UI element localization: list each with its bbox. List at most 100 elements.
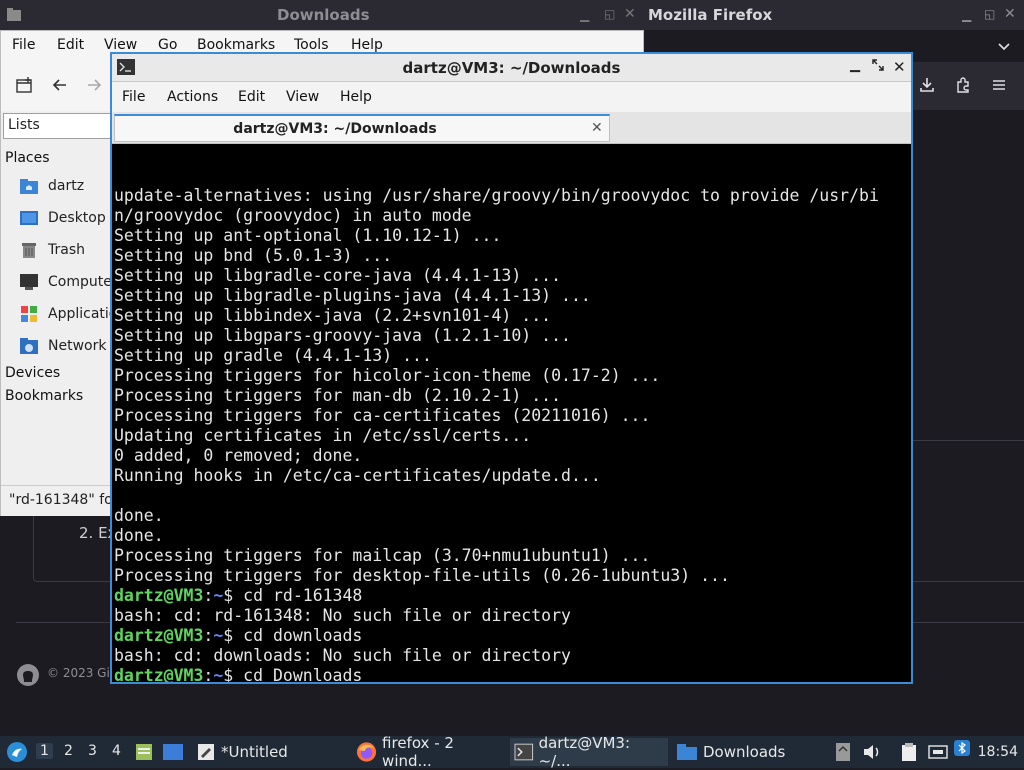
- app-menu-icon[interactable]: [990, 76, 1008, 94]
- folder-icon: [677, 744, 697, 760]
- terminal-output-line: Processing triggers for hicolor-icon-the…: [114, 366, 661, 385]
- prompt-command: cd downloads: [233, 626, 363, 645]
- prompt-path: ~: [213, 666, 224, 682]
- fm-minimize-icon[interactable]: ▁: [580, 8, 589, 22]
- workspace-4[interactable]: 4: [112, 743, 121, 759]
- terminal-output-line: Processing triggers for man-db (2.10.2-1…: [114, 386, 562, 405]
- firefox-icon: [356, 742, 377, 762]
- prompt-command: cd rd-161348: [233, 586, 363, 605]
- sidebar-item-label: dartz: [48, 178, 85, 194]
- terminal-output-line: Running hooks in /etc/ca-certificates/up…: [114, 466, 601, 485]
- fm-maximize-icon[interactable]: ◱: [604, 7, 615, 21]
- workspace-2[interactable]: 2: [64, 743, 73, 759]
- home-folder-icon: [19, 177, 39, 195]
- close-icon[interactable]: ✕: [893, 58, 906, 76]
- terminal-output-line: bash: cd: rd-161348: No such file or dir…: [114, 606, 571, 625]
- extensions-icon[interactable]: [954, 76, 972, 94]
- fm-close-icon[interactable]: ✕: [624, 6, 636, 22]
- fm-menu-help[interactable]: Help: [351, 37, 383, 53]
- task-untitled[interactable]: *Untitled: [192, 738, 342, 766]
- terminal-prompt-line: dartz@VM3:~$ cd downloads: [114, 626, 909, 646]
- volume-icon[interactable]: [862, 742, 882, 762]
- network-connection-icon[interactable]: [928, 742, 948, 762]
- fm-menu-edit[interactable]: Edit: [57, 37, 84, 53]
- terminal-output-line: Processing triggers for ca-certificates …: [114, 406, 651, 425]
- task-terminal[interactable]: dartz@VM3: ~/...: [510, 734, 668, 770]
- terminal-output[interactable]: update-alternatives: using /usr/share/gr…: [114, 146, 909, 682]
- clock: 18:54: [977, 744, 1018, 760]
- update-notifier-icon[interactable]: [834, 742, 852, 762]
- terminal-output-line: 0 added, 0 removed; done.: [114, 446, 363, 465]
- terminal-prompt-line: dartz@VM3:~$ cd Downloads: [114, 666, 909, 682]
- fm-menu-view[interactable]: View: [104, 37, 137, 53]
- devices-heading: Devices: [5, 365, 61, 381]
- fm-menu-tools[interactable]: Tools: [294, 37, 329, 53]
- terminal-output-line: Updating certificates in /etc/ssl/certs.…: [114, 426, 532, 445]
- terminal-output-line: n/groovydoc (groovydoc) in auto mode: [114, 206, 472, 225]
- places-heading: Places: [5, 150, 50, 166]
- new-tab-icon[interactable]: [16, 76, 34, 94]
- terminal-output-line: Setting up libbindex-java (2.2+svn101-4)…: [114, 306, 552, 325]
- term-menu-view[interactable]: View: [286, 89, 319, 105]
- ff-maximize-icon[interactable]: ◱: [984, 7, 995, 21]
- downloads-icon[interactable]: [918, 76, 936, 94]
- list-all-tabs-icon[interactable]: [996, 38, 1012, 54]
- prompt-user: dartz@VM3: [114, 626, 204, 645]
- bookmarks-heading: Bookmarks: [5, 388, 84, 404]
- show-desktop-icon[interactable]: [162, 742, 184, 762]
- prompt-symbol: $: [223, 666, 234, 682]
- task-firefox[interactable]: firefox - 2 wind...: [352, 734, 507, 770]
- terminal-tab-label: dartz@VM3: ~/Downloads: [233, 121, 437, 137]
- prompt-symbol: $: [223, 626, 234, 645]
- trash-icon: [19, 241, 39, 259]
- term-menu-file[interactable]: File: [122, 89, 145, 105]
- terminal-output-line: Setting up ant-optional (1.10.12-1) ...: [114, 226, 502, 245]
- term-menu-actions[interactable]: Actions: [167, 89, 218, 105]
- terminal-prompt-line: dartz@VM3:~$ cd rd-161348: [114, 586, 909, 606]
- terminal-menubar: File Actions Edit View Help: [112, 82, 911, 112]
- network-icon: [19, 337, 39, 355]
- forward-arrow-icon[interactable]: [85, 76, 103, 94]
- back-arrow-icon[interactable]: [51, 76, 69, 94]
- minimize-icon[interactable]: ▁: [850, 58, 860, 73]
- side-pane-mode-select[interactable]: Lists: [3, 113, 113, 139]
- sidebar-item-label: Compute: [48, 274, 112, 290]
- ff-close-icon[interactable]: ✕: [1004, 6, 1016, 22]
- terminal-icon: [514, 743, 534, 761]
- fm-menu-bookmarks[interactable]: Bookmarks: [197, 37, 275, 53]
- workspace-3[interactable]: 3: [88, 743, 97, 759]
- terminal-output-line: update-alternatives: using /usr/share/gr…: [114, 186, 879, 205]
- prompt-symbol: $: [223, 586, 234, 605]
- terminal-output-line: Setting up bnd (5.0.1-3) ...: [114, 246, 393, 265]
- ff-minimize-icon[interactable]: ▁: [962, 8, 971, 22]
- file-manager-title: Downloads: [277, 6, 370, 24]
- terminal-titlebar: dartz@VM3: ~/Downloads ▁ ✕: [112, 54, 911, 82]
- terminal-output-line: Setting up libgradle-plugins-java (4.4.1…: [114, 286, 591, 305]
- terminal-window: dartz@VM3: ~/Downloads ▁ ✕ File Actions …: [110, 52, 913, 684]
- term-menu-edit[interactable]: Edit: [238, 89, 265, 105]
- fm-menu-go[interactable]: Go: [158, 37, 177, 53]
- tab-close-icon[interactable]: ✕: [591, 120, 603, 136]
- github-icon[interactable]: [16, 663, 40, 687]
- prompt-path: ~: [213, 626, 224, 645]
- terminal-output-line: bash: cd: downloads: No such file or dir…: [114, 646, 571, 665]
- clipboard-icon[interactable]: [900, 742, 918, 762]
- terminal-tab[interactable]: dartz@VM3: ~/Downloads ✕: [114, 114, 610, 142]
- terminal-window-title: dartz@VM3: ~/Downloads: [402, 59, 621, 77]
- workspace-1[interactable]: 1: [36, 743, 53, 759]
- sidebar-item-label: Trash: [48, 242, 85, 258]
- taskbar: 1 2 3 4 *Untitled firefox - 2 wind... da…: [0, 734, 1024, 770]
- prompt-separator: :: [203, 586, 214, 605]
- applications-icon: [19, 305, 39, 323]
- task-downloads[interactable]: Downloads: [672, 738, 790, 766]
- prompt-path: ~: [213, 586, 224, 605]
- file-manager-launcher-icon[interactable]: [134, 742, 154, 762]
- maximize-icon[interactable]: [872, 59, 884, 71]
- terminal-output-line: Processing triggers for mailcap (3.70+nm…: [114, 546, 651, 565]
- desktop-icon: [19, 209, 39, 227]
- term-menu-help[interactable]: Help: [340, 89, 372, 105]
- bluetooth-icon[interactable]: [954, 740, 970, 756]
- start-menu-icon[interactable]: [6, 741, 28, 763]
- fm-menu-file[interactable]: File: [12, 37, 35, 53]
